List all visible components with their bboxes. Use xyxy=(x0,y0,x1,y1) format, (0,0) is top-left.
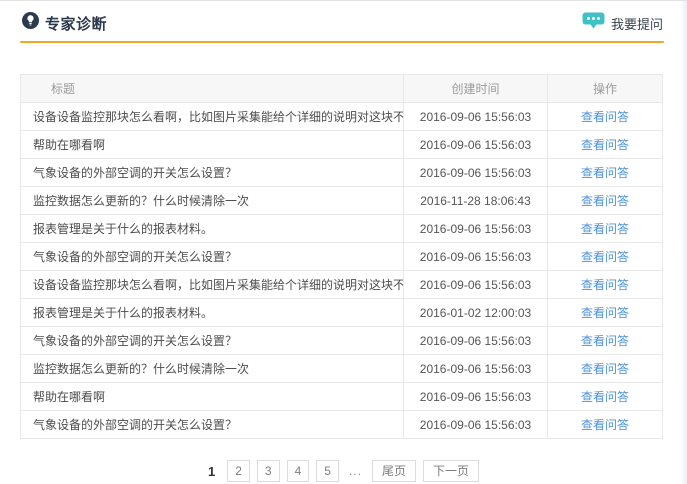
column-header-created: 创建时间 xyxy=(404,75,548,103)
table-row: 气象设备的外部空调的开关怎么设置？ 2016-09-06 15:56:03 查看… xyxy=(21,159,663,187)
created-time: 2016-09-06 15:56:03 xyxy=(404,159,548,187)
pagination: 1 2 3 4 5 ... 尾页 下一页 xyxy=(0,460,687,482)
page-current: 1 xyxy=(208,464,215,479)
question-title: 监控数据怎么更新的？什么时候清除一次 xyxy=(21,355,404,383)
created-time: 2016-09-06 15:56:03 xyxy=(404,215,548,243)
expert-diagnosis-page: 专家诊断 我要提问 标题 创建时间 操作 xyxy=(0,1,687,482)
expert-icon xyxy=(22,12,39,34)
page-header: 专家诊断 我要提问 xyxy=(0,1,687,41)
created-time: 2016-09-06 15:56:03 xyxy=(404,103,548,131)
page-button-5[interactable]: 5 xyxy=(316,460,339,482)
created-time: 2016-09-06 15:56:03 xyxy=(404,411,548,439)
table-row: 报表管理是关于什么的报表材料。 2016-01-02 12:00:03 查看问答 xyxy=(21,299,663,327)
page-header-left: 专家诊断 xyxy=(22,12,107,34)
question-title: 设备设备监控那块怎么看啊，比如图片采集能给个详细的说明对这块不是很懂... xyxy=(21,271,404,299)
page-button-4[interactable]: 4 xyxy=(287,460,310,482)
page-button-3[interactable]: 3 xyxy=(257,460,280,482)
created-time: 2016-09-06 15:56:03 xyxy=(404,327,548,355)
created-time: 2016-09-06 15:56:03 xyxy=(404,131,548,159)
created-time: 2016-09-06 15:56:03 xyxy=(404,355,548,383)
questions-table: 标题 创建时间 操作 设备设备监控那块怎么看啊，比如图片采集能给个详细的说明对这… xyxy=(20,74,663,439)
view-qa-link[interactable]: 查看问答 xyxy=(581,306,629,320)
view-qa-link[interactable]: 查看问答 xyxy=(581,390,629,404)
question-title: 报表管理是关于什么的报表材料。 xyxy=(21,215,404,243)
question-title: 帮助在哪看啊 xyxy=(21,383,404,411)
question-title: 气象设备的外部空调的开关怎么设置？ xyxy=(21,327,404,355)
next-page-button[interactable]: 下一页 xyxy=(423,460,479,482)
header-accent-line xyxy=(20,41,664,43)
question-title: 监控数据怎么更新的？什么时候清除一次 xyxy=(21,187,404,215)
table-row: 报表管理是关于什么的报表材料。 2016-09-06 15:56:03 查看问答 xyxy=(21,215,663,243)
table-row: 设备设备监控那块怎么看啊，比如图片采集能给个详细的说明对这块不是很懂... 20… xyxy=(21,103,663,131)
last-page-button[interactable]: 尾页 xyxy=(372,460,416,482)
created-time: 2016-09-06 15:56:03 xyxy=(404,243,548,271)
table-row: 气象设备的外部空调的开关怎么设置？ 2016-09-06 15:56:03 查看… xyxy=(21,411,663,439)
pagination-ellipsis: ... xyxy=(349,464,362,478)
question-title: 气象设备的外部空调的开关怎么设置？ xyxy=(21,243,404,271)
page-button-2[interactable]: 2 xyxy=(227,460,250,482)
table-row: 监控数据怎么更新的？什么时候清除一次 2016-11-28 18:06:43 查… xyxy=(21,187,663,215)
view-qa-link[interactable]: 查看问答 xyxy=(581,362,629,376)
question-title: 帮助在哪看啊 xyxy=(21,131,404,159)
speech-bubble-dots-icon xyxy=(582,12,605,34)
view-qa-link[interactable]: 查看问答 xyxy=(581,250,629,264)
view-qa-link[interactable]: 查看问答 xyxy=(581,418,629,432)
created-time: 2016-01-02 12:00:03 xyxy=(404,299,548,327)
view-qa-link[interactable]: 查看问答 xyxy=(581,110,629,124)
question-title: 气象设备的外部空调的开关怎么设置？ xyxy=(21,411,404,439)
question-title: 设备设备监控那块怎么看啊，比如图片采集能给个详细的说明对这块不是很懂... xyxy=(21,103,404,131)
view-qa-link[interactable]: 查看问答 xyxy=(581,194,629,208)
ask-question-label: 我要提问 xyxy=(611,14,663,33)
view-qa-link[interactable]: 查看问答 xyxy=(581,222,629,236)
created-time: 2016-11-28 18:06:43 xyxy=(404,187,548,215)
column-header-title: 标题 xyxy=(21,75,404,103)
page-title: 专家诊断 xyxy=(45,13,107,34)
table-row: 监控数据怎么更新的？什么时候清除一次 2016-09-06 15:56:03 查… xyxy=(21,355,663,383)
table-row: 气象设备的外部空调的开关怎么设置？ 2016-09-06 15:56:03 查看… xyxy=(21,243,663,271)
table-row: 气象设备的外部空调的开关怎么设置？ 2016-09-06 15:56:03 查看… xyxy=(21,327,663,355)
table-row: 设备设备监控那块怎么看啊，比如图片采集能给个详细的说明对这块不是很懂... 20… xyxy=(21,271,663,299)
view-qa-link[interactable]: 查看问答 xyxy=(581,138,629,152)
question-title: 报表管理是关于什么的报表材料。 xyxy=(21,299,404,327)
table-row: 帮助在哪看啊 2016-09-06 15:56:03 查看问答 xyxy=(21,131,663,159)
table-header-row: 标题 创建时间 操作 xyxy=(21,75,663,103)
created-time: 2016-09-06 15:56:03 xyxy=(404,271,548,299)
column-header-action: 操作 xyxy=(548,75,663,103)
question-title: 气象设备的外部空调的开关怎么设置？ xyxy=(21,159,404,187)
ask-question-button[interactable]: 我要提问 xyxy=(582,12,663,34)
view-qa-link[interactable]: 查看问答 xyxy=(581,278,629,292)
view-qa-link[interactable]: 查看问答 xyxy=(581,166,629,180)
view-qa-link[interactable]: 查看问答 xyxy=(581,334,629,348)
created-time: 2016-09-06 15:56:03 xyxy=(404,383,548,411)
table-row: 帮助在哪看啊 2016-09-06 15:56:03 查看问答 xyxy=(21,383,663,411)
